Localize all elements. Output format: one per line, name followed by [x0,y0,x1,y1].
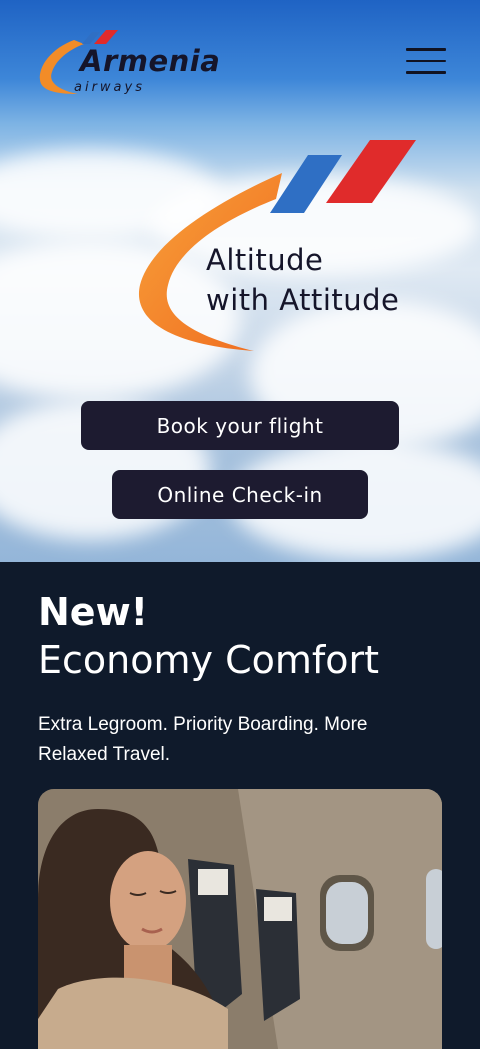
logo-wordmark: Armenia [80,44,221,78]
hero-banner: Armenia airways Altitude with Attitude B… [0,0,480,562]
promo-description: Extra Legroom. Priority Boarding. More R… [38,714,368,765]
hamburger-menu-icon[interactable] [406,48,446,78]
logo-subtitle: airways [74,80,145,95]
tagline-line-1: Altitude [206,243,324,277]
book-flight-button[interactable]: Book your flight [81,401,399,450]
armenia-airways-logo[interactable]: Armenia airways [38,28,268,100]
window [326,882,368,944]
face [110,851,186,951]
economy-comfort-image[interactable] [38,789,442,1049]
menu-line [406,59,446,62]
tagline-line-2: with Attitude [206,283,400,317]
online-checkin-button[interactable]: Online Check-in [112,470,368,519]
hero-tagline: Altitude with Attitude [206,240,399,320]
promo-title: Economy Comfort [38,638,380,682]
menu-line [406,48,446,51]
promo-section: New! Economy Comfort Extra Legroom. Prio… [0,562,480,1049]
promo-title-new: New! [38,590,149,634]
cabin-illustration [38,789,442,1049]
site-header: Armenia airways [0,0,480,110]
menu-line [406,71,446,74]
